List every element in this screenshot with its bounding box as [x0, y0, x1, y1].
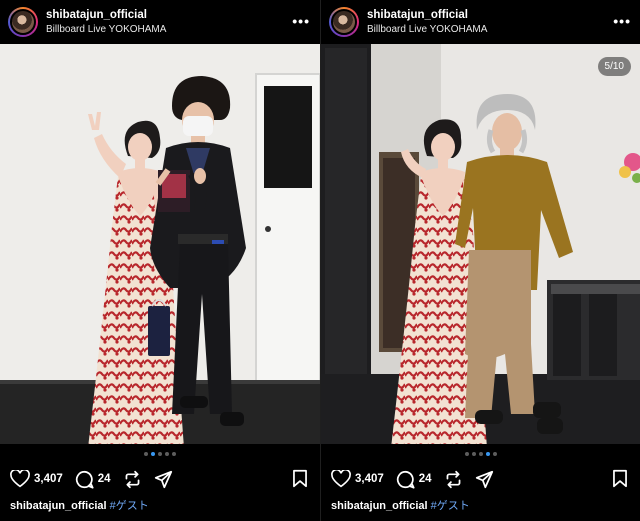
carousel-dot — [165, 452, 169, 456]
heart-icon[interactable] — [331, 470, 351, 488]
caption-username[interactable]: shibatajun_official — [10, 500, 107, 512]
like-action[interactable]: 3,407 — [10, 470, 63, 488]
like-action[interactable]: 3,407 — [331, 470, 384, 488]
comment-action[interactable]: 24 — [75, 470, 111, 489]
send-icon[interactable] — [475, 470, 494, 489]
carousel-dots — [0, 452, 320, 456]
bookmark-button[interactable] — [612, 469, 628, 493]
repost-icon[interactable] — [123, 470, 142, 489]
carousel-counter: 5/10 — [597, 57, 631, 76]
like-count: 3,407 — [355, 473, 384, 485]
avatar[interactable] — [8, 7, 38, 37]
comment-count: 24 — [97, 473, 111, 485]
carousel-dot — [465, 452, 469, 456]
comment-icon[interactable] — [75, 470, 94, 489]
caption: shibatajun_official #ゲスト — [10, 497, 149, 513]
repost-action[interactable] — [123, 470, 142, 489]
caption-username[interactable]: shibatajun_official — [331, 500, 428, 512]
carousel-dot — [493, 452, 497, 456]
carousel-dot — [472, 452, 476, 456]
share-action[interactable] — [154, 470, 173, 489]
username[interactable]: shibatajun_official — [46, 9, 166, 22]
repost-icon[interactable] — [444, 470, 463, 489]
carousel-dot — [172, 452, 176, 456]
location[interactable]: Billboard Live YOKOHAMA — [367, 24, 487, 36]
hashtag-link[interactable]: #ゲスト — [110, 500, 149, 512]
comment-icon[interactable] — [396, 470, 415, 489]
post-photo[interactable] — [0, 44, 320, 444]
photo-illustration — [0, 44, 320, 444]
post-photo[interactable]: 5/10 — [321, 44, 640, 444]
bookmark-button[interactable] — [292, 469, 308, 493]
repost-action[interactable] — [444, 470, 463, 489]
carousel-dots — [321, 452, 640, 456]
post-card: shibatajun_official Billboard Live YOKOH… — [320, 0, 640, 521]
send-icon[interactable] — [154, 470, 173, 489]
carousel-dot — [158, 452, 162, 456]
bookmark-icon[interactable] — [292, 469, 308, 488]
location[interactable]: Billboard Live YOKOHAMA — [46, 24, 166, 36]
bookmark-icon[interactable] — [612, 469, 628, 488]
post-header: shibatajun_official Billboard Live YOKOH… — [0, 0, 320, 44]
action-bar: 3,407 24 — [10, 469, 185, 489]
carousel-dot-active — [151, 452, 155, 456]
comment-action[interactable]: 24 — [396, 470, 432, 489]
like-count: 3,407 — [34, 473, 63, 485]
carousel-dot — [144, 452, 148, 456]
instagram-posts-view: shibatajun_official Billboard Live YOKOH… — [0, 0, 640, 521]
action-bar: 3,407 24 — [331, 469, 506, 489]
carousel-dot-active — [486, 452, 490, 456]
carousel-dot — [479, 452, 483, 456]
heart-icon[interactable] — [10, 470, 30, 488]
comment-count: 24 — [418, 473, 432, 485]
post-card: shibatajun_official Billboard Live YOKOH… — [0, 0, 320, 521]
hashtag-link[interactable]: #ゲスト — [431, 500, 470, 512]
more-icon[interactable]: ••• — [613, 13, 631, 29]
avatar[interactable] — [329, 7, 359, 37]
post-header: shibatajun_official Billboard Live YOKOH… — [321, 0, 640, 44]
caption: shibatajun_official #ゲスト — [331, 497, 470, 513]
more-icon[interactable]: ••• — [292, 13, 310, 29]
photo-illustration — [321, 44, 640, 444]
username[interactable]: shibatajun_official — [367, 9, 487, 22]
share-action[interactable] — [475, 470, 494, 489]
